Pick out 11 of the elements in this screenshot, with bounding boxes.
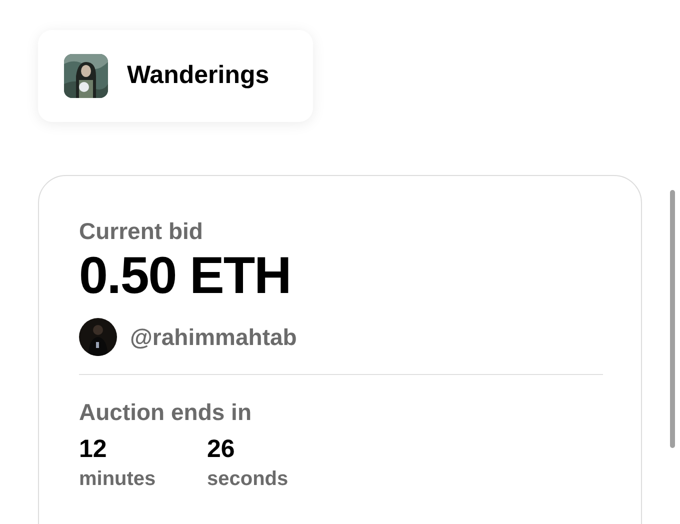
collection-card[interactable]: Wanderings	[38, 30, 313, 122]
countdown-value: 26	[207, 434, 236, 465]
auction-label: Auction ends in	[79, 398, 252, 427]
countdown-value: 12	[79, 434, 108, 465]
bid-label: Current bid	[79, 217, 204, 246]
owner-handle[interactable]: @rahimmahtab	[130, 320, 297, 354]
collection-name: Wanderings	[127, 60, 270, 92]
countdown-unit: seconds	[207, 467, 290, 492]
bid-amount: 0.50 ETH	[79, 246, 292, 306]
countdown-unit: minutes	[79, 467, 157, 492]
scrollbar[interactable]	[670, 190, 675, 448]
